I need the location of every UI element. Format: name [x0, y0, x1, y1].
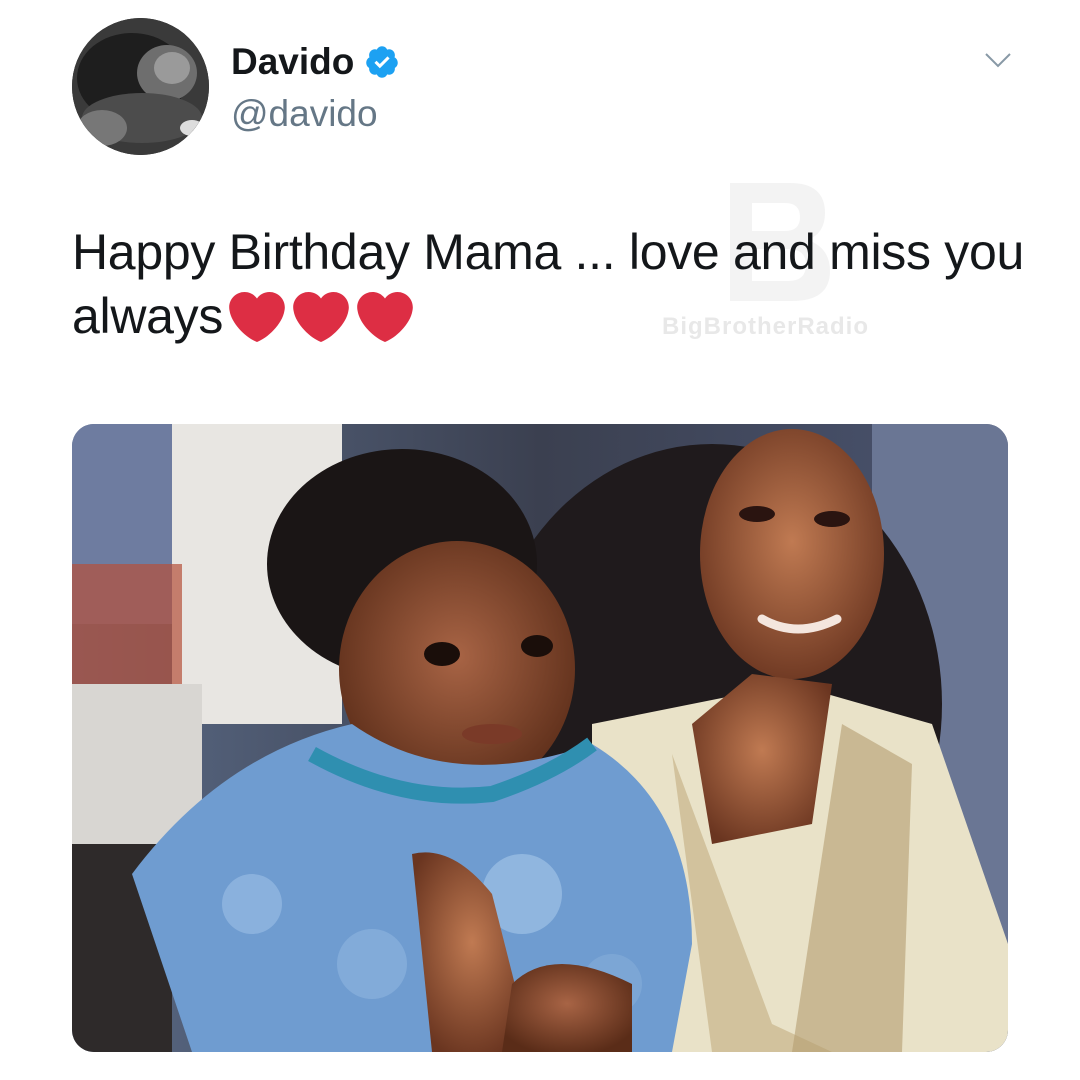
tweet-text-content: Happy Birthday Mama ... love and miss yo…: [72, 224, 1025, 344]
avatar-photo: [72, 18, 209, 155]
verified-badge-icon: [364, 44, 400, 80]
avatar[interactable]: [72, 18, 209, 155]
heart-emojis: [229, 289, 413, 345]
chevron-down-icon[interactable]: [983, 48, 1013, 72]
handle[interactable]: @davido: [231, 92, 378, 136]
heart-emoji-icon: [357, 292, 413, 342]
tweet-card: Davido @davido BigBrotherRadio Happy Bir…: [0, 0, 1080, 1080]
author-name-row[interactable]: Davido: [231, 40, 400, 84]
display-name[interactable]: Davido: [231, 40, 354, 84]
photo-illustration: [72, 424, 1008, 1052]
tweet-media-photo[interactable]: [72, 424, 1008, 1052]
heart-emoji-icon: [229, 292, 285, 342]
tweet-text: Happy Birthday Mama ... love and miss yo…: [72, 220, 1032, 348]
heart-emoji-icon: [293, 292, 349, 342]
